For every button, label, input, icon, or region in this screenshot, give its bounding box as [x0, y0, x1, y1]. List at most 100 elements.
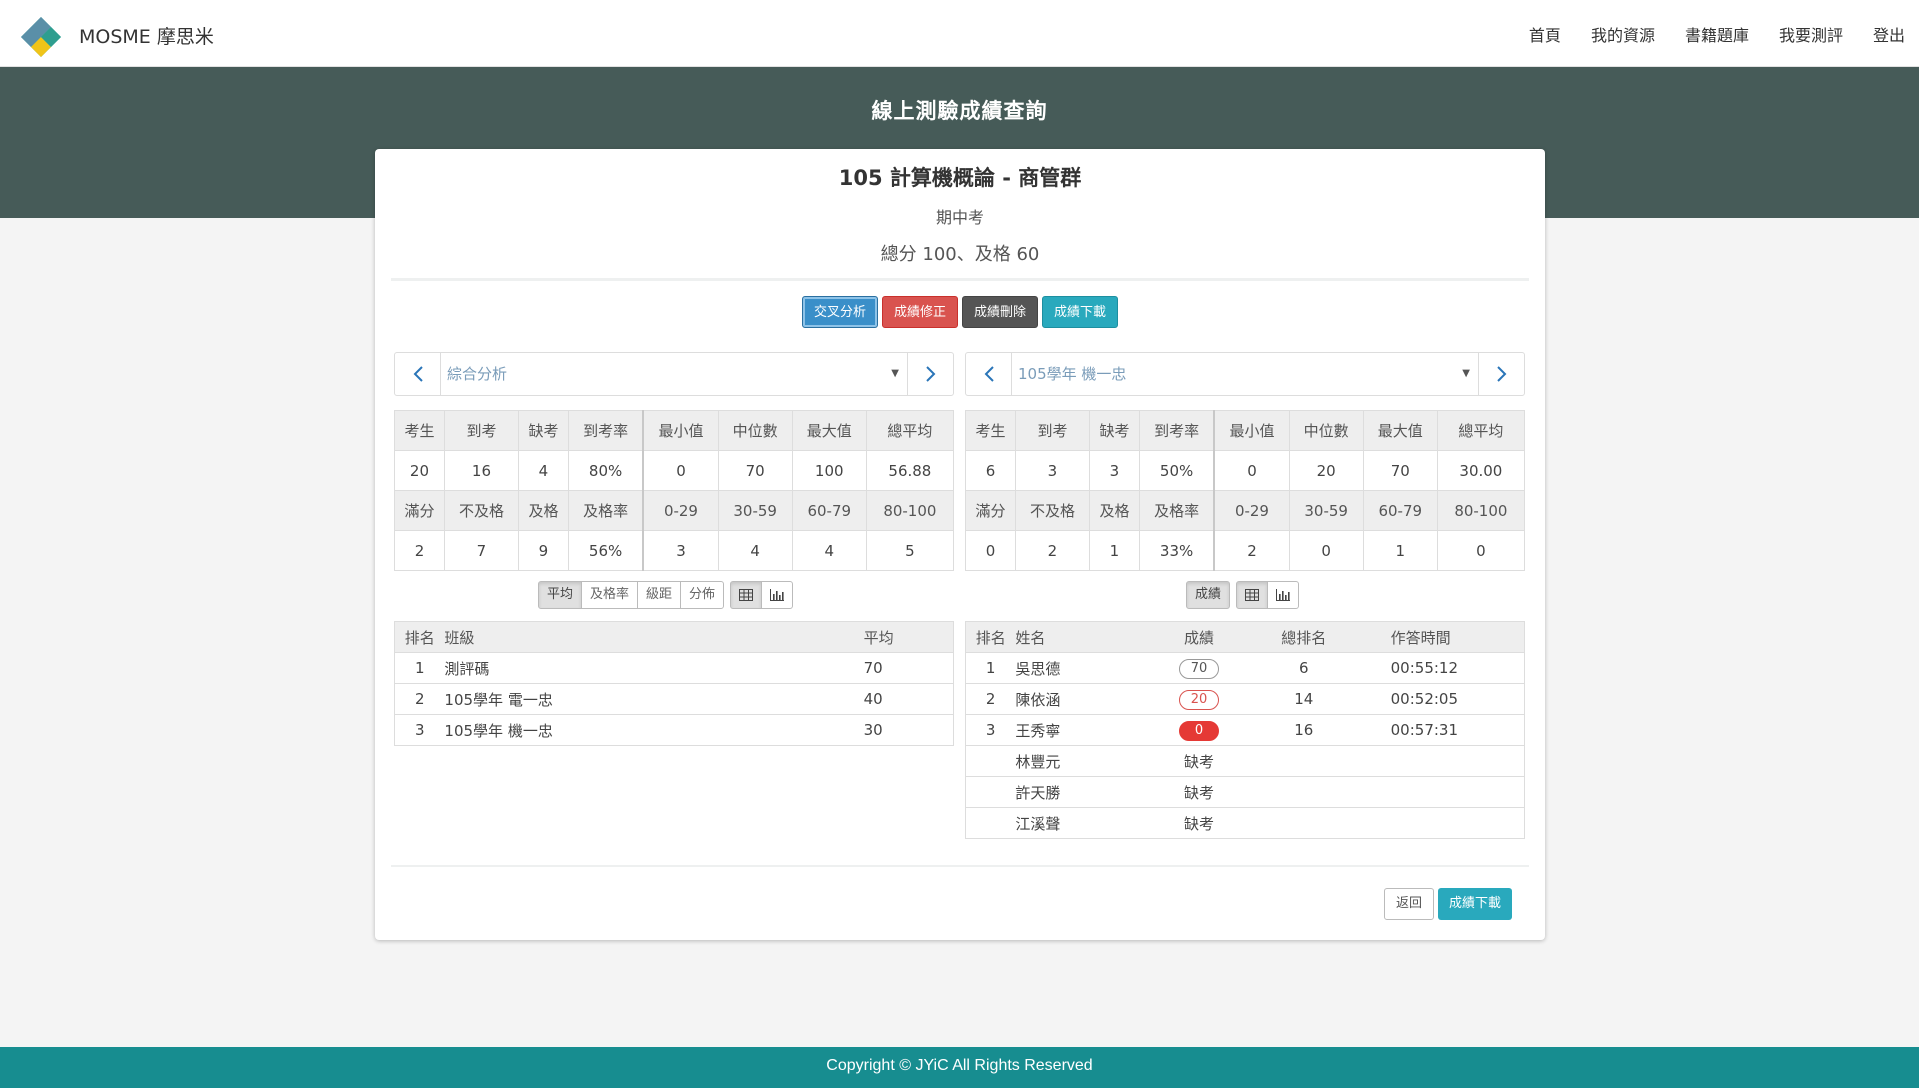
toggle-distribution[interactable]: 分佈: [680, 581, 725, 609]
stats-cell: 滿分: [965, 490, 1016, 531]
stats-value-row: 2 7 9 56% 3 4 4 5: [394, 530, 955, 571]
student-score-table: 排名 姓名 成績 總排名 作答時間 1 吳思德 70 6 00:55:12 2 …: [965, 621, 1525, 839]
chevron-right-icon: [925, 366, 935, 382]
table-view-button[interactable]: [730, 581, 763, 609]
overall-rank-cell: [1242, 776, 1365, 808]
stats-cell: 考生: [965, 410, 1016, 451]
table-view-button[interactable]: [1236, 581, 1269, 609]
table-row: 江溪聲 缺考: [965, 807, 1525, 839]
toggle-score-range[interactable]: 級距: [637, 581, 682, 609]
stats-cell: 0: [1288, 530, 1364, 571]
nav-my-resources[interactable]: 我的資源: [1591, 22, 1655, 46]
page-title: 線上測驗成績查詢: [871, 99, 1048, 123]
time-cell: [1364, 807, 1525, 839]
stats-cell: 中位數: [717, 410, 793, 451]
stats-cell: 中位數: [1288, 410, 1364, 451]
table-icon: [1245, 588, 1260, 601]
bar-chart-icon: [770, 588, 785, 601]
time-cell: 00:55:12: [1364, 652, 1525, 684]
time-cell: 00:52:05: [1364, 683, 1525, 715]
stats-cell: 3: [642, 530, 719, 571]
right-next-button[interactable]: [1478, 353, 1524, 395]
download-scores-button-bottom[interactable]: 成績下載: [1438, 888, 1513, 920]
stats-cell: 33%: [1138, 530, 1216, 571]
table-row: 1 吳思德 70 6 00:55:12: [965, 652, 1525, 684]
download-scores-button[interactable]: 成績下載: [1042, 296, 1119, 328]
time-cell: [1364, 745, 1525, 777]
stats-cell: 4: [717, 530, 793, 571]
stats-cell: 及格: [517, 490, 569, 531]
top-navbar: MOSME 摩思米 首頁 我的資源 書籍題庫 我要測評 登出: [0, 0, 1919, 67]
stats-header-row: 考生 到考 缺考 到考率 最小值 中位數 最大值 總平均: [394, 410, 955, 451]
toggle-average[interactable]: 平均: [538, 581, 583, 609]
stats-cell: 2: [394, 530, 445, 571]
chart-view-button[interactable]: [1267, 581, 1300, 609]
left-view-toggles: 平均 及格率 級距 分佈: [538, 581, 794, 609]
caret-down-icon: ▼: [891, 368, 899, 379]
column-header: 姓名: [1015, 621, 1156, 653]
nav-links: 首頁 我的資源 書籍題庫 我要測評 登出: [1529, 22, 1919, 46]
stats-cell: 最小值: [642, 410, 719, 451]
chevron-right-icon: [1496, 366, 1506, 382]
right-select-value: 105學年 機一忠: [1018, 365, 1127, 383]
stats-cell: 4: [791, 530, 867, 571]
name-cell: 林豐元: [1015, 745, 1156, 777]
nav-logout[interactable]: 登出: [1873, 22, 1905, 46]
stats-cell: 到考: [1014, 410, 1090, 451]
stats-cell: 到考率: [1138, 410, 1216, 451]
score-badge: 20: [1178, 689, 1219, 710]
table-row: 3 105學年 機一忠 30: [394, 714, 954, 746]
stats-cell: 80-100: [1436, 490, 1526, 531]
stats-cell: 缺考: [1088, 410, 1140, 451]
average-cell: 70: [863, 652, 954, 684]
table-row: 林豐元 缺考: [965, 745, 1525, 777]
class-cell: 105學年 機一忠: [444, 714, 864, 746]
name-cell: 陳依涵: [1015, 683, 1156, 715]
stats-cell: 0-29: [1213, 490, 1290, 531]
nav-home[interactable]: 首頁: [1529, 22, 1561, 46]
average-cell: 40: [863, 683, 954, 715]
rank-cell: 3: [394, 714, 445, 746]
left-select[interactable]: 綜合分析 ▼: [441, 353, 907, 395]
stats-cell: 2: [1014, 530, 1090, 571]
score-cell: 缺考: [1155, 807, 1243, 839]
stats-cell: 到考率: [567, 410, 645, 451]
nav-assessment[interactable]: 我要測評: [1779, 22, 1843, 46]
score-cell: 缺考: [1155, 776, 1243, 808]
stats-cell: 100: [791, 450, 867, 491]
average-cell: 30: [863, 714, 954, 746]
delete-scores-button[interactable]: 成績刪除: [962, 296, 1039, 328]
score-cell: 0: [1155, 714, 1243, 746]
stats-cell: 2: [1213, 530, 1290, 571]
correct-scores-button[interactable]: 成績修正: [881, 296, 958, 328]
exam-name: 期中考: [935, 208, 984, 227]
stats-header-row: 考生 到考 缺考 到考率 最小值 中位數 最大值 總平均: [965, 410, 1526, 451]
right-select[interactable]: 105學年 機一忠 ▼: [1012, 353, 1478, 395]
chart-view-button[interactable]: [761, 581, 794, 609]
stats-cell: 80-100: [865, 490, 955, 531]
divider: [391, 865, 1529, 867]
overall-rank-cell: [1242, 807, 1365, 839]
stats-cell: 最大值: [1362, 410, 1438, 451]
mosme-logo-icon[interactable]: [20, 16, 62, 58]
left-group-selector: 綜合分析 ▼: [394, 352, 954, 396]
table-icon: [739, 588, 754, 601]
stats-cell: 30-59: [1288, 490, 1364, 531]
name-cell: 吳思德: [1015, 652, 1156, 684]
toggle-score[interactable]: 成績: [1186, 581, 1231, 609]
stats-cell: 5: [865, 530, 955, 571]
name-cell: 江溪聲: [1015, 807, 1156, 839]
cross-analysis-button[interactable]: 交叉分析: [801, 296, 878, 328]
right-prev-button[interactable]: [966, 353, 1012, 395]
back-button[interactable]: 返回: [1384, 888, 1435, 920]
left-prev-button[interactable]: [395, 353, 441, 395]
left-stats-table: 考生 到考 缺考 到考率 最小值 中位數 最大值 總平均 20 16 4 80%…: [394, 410, 955, 571]
rank-cell: 2: [394, 683, 445, 715]
toggle-pass-rate[interactable]: 及格率: [581, 581, 639, 609]
nav-question-bank[interactable]: 書籍題庫: [1685, 22, 1749, 46]
score-info: 總分 100、及格 60: [880, 244, 1040, 265]
stats-cell: 60-79: [791, 490, 867, 531]
stats-cell: 滿分: [394, 490, 445, 531]
left-next-button[interactable]: [907, 353, 953, 395]
brand-name[interactable]: MOSME 摩思米: [79, 22, 214, 49]
